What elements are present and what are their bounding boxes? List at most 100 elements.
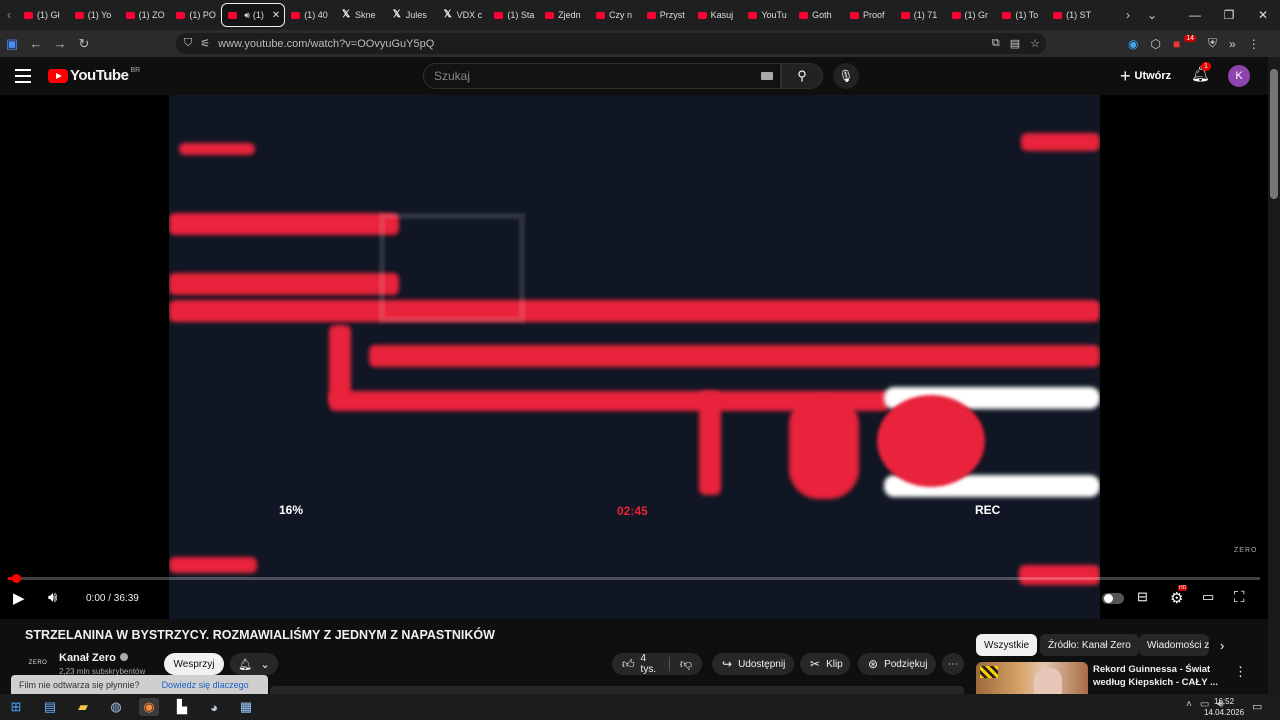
video-player[interactable]: 16% 02:45 REC ZERO ▶ 🔊︎ 0:00 / 36:39 ⊟ ⚙… (0, 95, 1268, 619)
chip-source[interactable]: Źródło: Kanał Zero (1040, 634, 1139, 656)
subscription-bell-button[interactable]: 🔔︎ ⌄ (230, 653, 278, 675)
chevron-right-icon[interactable]: › (1220, 638, 1224, 653)
tab-search-icon[interactable]: ⌄ (1140, 8, 1164, 22)
thumbs-down-icon[interactable]: 👎︎ (680, 657, 692, 672)
workspaces-icon[interactable]: ▣ (0, 36, 24, 52)
tab-scroll-left-icon[interactable]: ‹ (0, 0, 18, 30)
search-input[interactable] (423, 63, 781, 89)
recommendation-menu-icon[interactable]: ⋮ (1234, 664, 1247, 680)
close-window-icon[interactable]: ✕ (1246, 8, 1280, 22)
create-button[interactable]: + Utwórz (1120, 65, 1171, 87)
avatar[interactable]: K (1228, 65, 1250, 87)
system-clock[interactable]: 16:52 14.04.2026 (1204, 696, 1244, 718)
browser-tab[interactable]: (1) ZO (120, 3, 171, 27)
extensions-icon[interactable]: ⬡ (1150, 37, 1160, 51)
browser-tab[interactable]: (1) PO (170, 3, 221, 27)
minimize-icon[interactable]: — (1178, 8, 1212, 22)
back-icon[interactable]: ← (24, 36, 48, 51)
channel-avatar[interactable]: ZERO (25, 652, 51, 674)
bookmark-star-icon[interactable]: ☆ (1030, 37, 1040, 50)
recommendation-title[interactable]: Rekord Guinnessa - Świat według Kiepskic… (1093, 663, 1223, 689)
channel-name-text[interactable]: Kanał Zero (59, 652, 116, 664)
chip-all[interactable]: Wszystkie (976, 634, 1037, 656)
browser-tab-active[interactable]: 🔊︎ (1) ✕ (221, 3, 286, 27)
page-scrollbar[interactable] (1268, 57, 1280, 694)
progress-bar[interactable] (8, 574, 1260, 583)
fullscreen-icon[interactable]: ⛶ (1234, 589, 1245, 606)
notifications-icon[interactable]: ▭ (1252, 700, 1262, 713)
like-count[interactable]: 4 tys. (641, 653, 659, 675)
browser-tab[interactable]: (1) 40 (285, 3, 336, 27)
clip-button[interactable]: ✂ Klip (800, 653, 850, 675)
browser-tab[interactable]: Proof (844, 3, 895, 27)
subtitles-icon[interactable]: ⊟ (1137, 589, 1148, 605)
chip-news[interactable]: Wiadomości z (1139, 634, 1209, 656)
vpn-extension-icon[interactable]: ◉ (1128, 37, 1138, 51)
thumbs-up-icon[interactable]: 👍︎ (622, 657, 635, 672)
browser-tab[interactable]: 𝕏 Skne (336, 3, 387, 27)
tab-scroll-right-icon[interactable]: › (1116, 8, 1140, 22)
firefox-icon[interactable]: ◉ (139, 698, 159, 716)
file-explorer-icon[interactable]: ▰ (73, 698, 93, 716)
browser-tab[interactable]: (1) Yo (69, 3, 120, 27)
more-extensions-icon[interactable]: » (1229, 37, 1236, 51)
autoplay-toggle[interactable] (1102, 593, 1124, 604)
browser-tab[interactable]: Goth (793, 3, 844, 27)
adblock-extension-icon[interactable]: ■ (1173, 37, 1180, 51)
desktop-app-icon[interactable]: ▤ (40, 698, 60, 716)
tray-expand-icon[interactable]: ˄ (1186, 699, 1192, 710)
tab-close-icon[interactable]: ✕ (272, 10, 280, 21)
play-icon[interactable]: ▶ (13, 589, 25, 607)
browser-tab[interactable]: Przyst (641, 3, 692, 27)
channel-name[interactable]: Kanał Zero (59, 652, 128, 664)
more-actions-icon[interactable]: ⋯ (942, 653, 964, 675)
browser-tab[interactable]: 𝕏 Jules (387, 3, 438, 27)
settings-gear-icon[interactable]: ⚙ HD (1170, 585, 1188, 607)
youtube-logo[interactable]: YouTube BR (48, 67, 140, 84)
video-frame[interactable]: 16% 02:45 REC (169, 95, 1100, 619)
thanks-button[interactable]: ⊛ Podziękuj (858, 653, 936, 675)
voice-search-icon[interactable]: 🎙 (833, 63, 859, 89)
tab-audio-icon[interactable]: 🔊︎ (244, 10, 250, 21)
support-button[interactable]: Wesprzyj (164, 653, 224, 675)
media-app-icon[interactable]: ◕ (204, 698, 224, 716)
description-box[interactable] (270, 686, 964, 694)
forward-icon[interactable]: → (48, 36, 72, 51)
browser-tab[interactable]: (1) 71 (895, 3, 946, 27)
url-text[interactable]: www.youtube.com/watch?v=OOvyuGuY5pQ (218, 38, 434, 50)
restore-icon[interactable]: ❐ (1212, 8, 1246, 22)
steam-icon[interactable]: ◍ (106, 698, 126, 716)
recommendation-thumbnail[interactable] (976, 662, 1088, 694)
search-button[interactable]: ⚲ (781, 63, 823, 89)
browser-tab[interactable]: Kasuj (692, 3, 743, 27)
browser-tab[interactable]: (1) Gł (18, 3, 69, 27)
reader-mode-icon[interactable]: ▤ (1010, 37, 1020, 50)
keyboard-icon[interactable] (761, 72, 773, 80)
browser-tab[interactable]: (1) To (996, 3, 1047, 27)
browser-tab[interactable]: (1) Gr (946, 3, 997, 27)
browser-tab[interactable]: (1) ST (1047, 3, 1098, 27)
browser-tab[interactable]: Czy n (590, 3, 641, 27)
shield-icon[interactable]: ⛨ (1208, 36, 1217, 51)
theater-mode-icon[interactable]: ▭ (1202, 589, 1214, 605)
notifications-bell-icon[interactable]: 🔔︎ 1 (1191, 62, 1211, 83)
browser-menu-icon[interactable]: ⋮ (1248, 37, 1260, 51)
browser-tab[interactable]: Zjedn (539, 3, 590, 27)
tune-icon[interactable]: ⚟ (200, 37, 210, 50)
progress-scrubber[interactable] (11, 574, 21, 583)
notion-icon[interactable]: ▙ (172, 698, 192, 716)
calculator-icon[interactable]: ▦ (236, 698, 256, 716)
browser-tab[interactable]: YouTu (742, 3, 793, 27)
menu-icon[interactable] (15, 69, 31, 83)
browser-tab[interactable]: 𝕏 VDX c (438, 3, 489, 27)
scrollbar-thumb[interactable] (1270, 69, 1278, 199)
picture-in-picture-icon[interactable]: ⧉ (992, 37, 1000, 50)
address-bar[interactable]: ⛉ ⚟ www.youtube.com/watch?v=OOvyuGuY5pQ … (176, 33, 1046, 54)
site-info-icon[interactable]: ⛉ (184, 37, 192, 50)
browser-tab[interactable]: (1) Sta (488, 3, 539, 27)
windows-start-icon[interactable]: ⊞ (6, 698, 26, 716)
reload-icon[interactable]: ↻ (72, 36, 96, 52)
toast-link[interactable]: Dowiedz się dlaczego (162, 680, 249, 690)
share-button[interactable]: ↪ Udostępnij (712, 653, 794, 675)
volume-icon[interactable]: 🔊︎ (48, 589, 57, 606)
